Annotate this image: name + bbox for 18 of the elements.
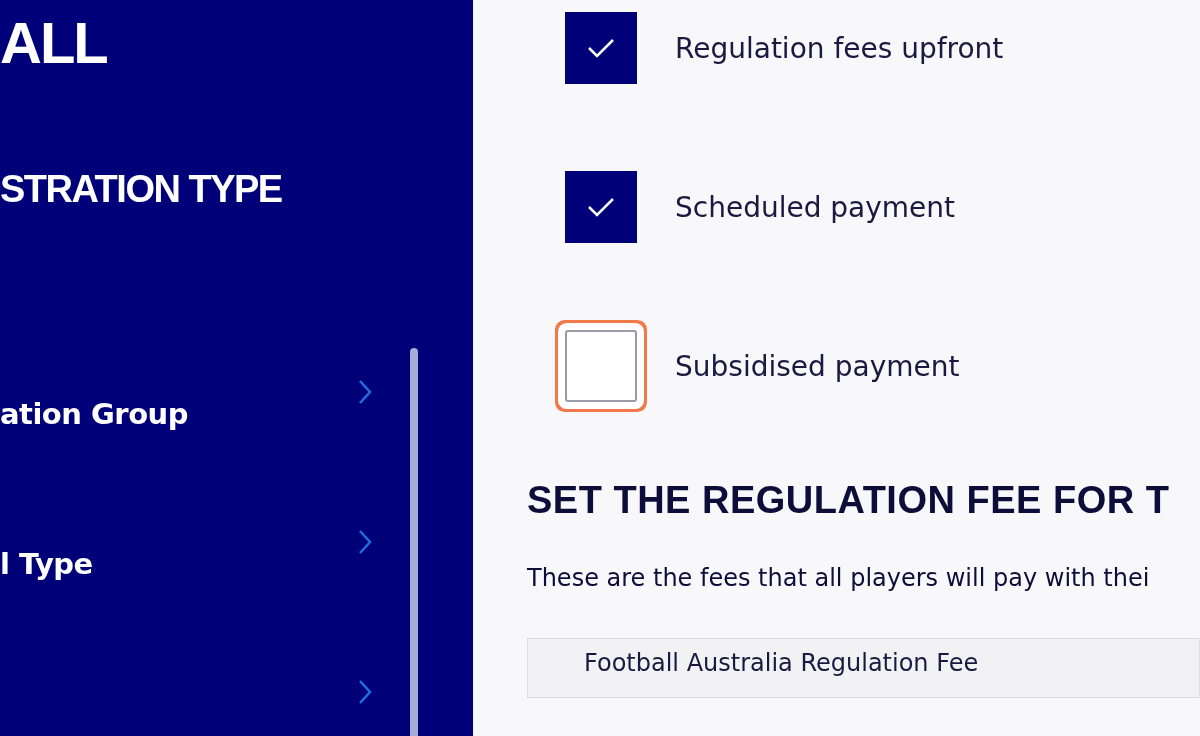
checkbox-label: Scheduled payment	[675, 190, 956, 224]
scrollbar[interactable]	[410, 348, 418, 736]
chevron-right-icon[interactable]	[358, 529, 372, 555]
checkbox[interactable]	[565, 171, 637, 243]
checkbox-label: Subsidised payment	[675, 349, 960, 383]
chevron-right-icon[interactable]	[358, 379, 372, 405]
sidebar-item[interactable]: ation Group	[0, 397, 188, 431]
section-description: These are the fees that all players will pay with thei	[527, 564, 1151, 592]
fee-name: Football Australia Regulation Fee	[584, 649, 979, 677]
brand-logo-text: ALL	[0, 14, 108, 72]
check-icon	[586, 37, 616, 59]
chevron-right-icon[interactable]	[358, 679, 372, 705]
check-icon	[586, 196, 616, 218]
sidebar-heading: STRATION TYPE	[0, 168, 283, 211]
checkbox[interactable]	[565, 12, 637, 84]
checkbox-label: Regulation fees upfront	[675, 31, 1004, 65]
section-title: SET THE REGULATION FEE FOR T	[527, 479, 1171, 522]
sidebar-item[interactable]: l Type	[0, 547, 93, 581]
